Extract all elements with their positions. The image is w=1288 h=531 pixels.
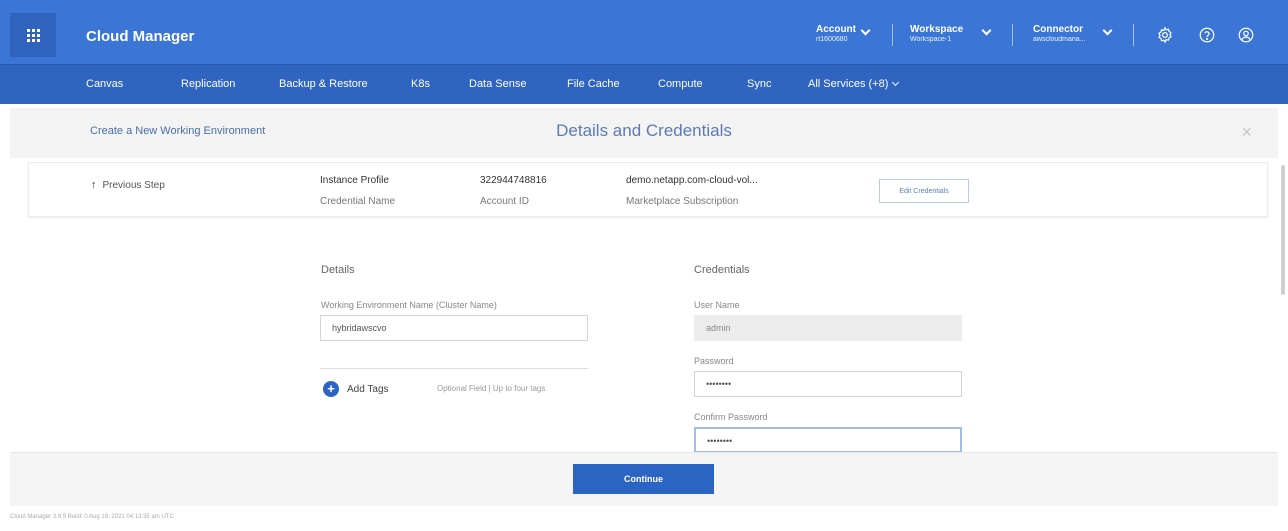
services-nav: Canvas Replication Backup & Restore K8s …: [0, 64, 1288, 104]
nav-replication[interactable]: Replication: [181, 78, 235, 90]
connector-value: awscloudmana...: [1033, 36, 1086, 43]
details-section-title: Details: [321, 264, 355, 276]
account-id-label: Account ID: [480, 196, 529, 207]
cluster-name-input[interactable]: hybridawscvo: [320, 315, 588, 341]
cluster-name-label: Working Environment Name (Cluster Name): [321, 300, 497, 310]
nav-all-services-label: All Services (+8): [808, 78, 889, 90]
arrow-up-icon: ↑: [91, 179, 97, 191]
version-info: Cloud Manager 3.9.9 Build: 0 Aug 18, 202…: [10, 514, 174, 520]
workspace-selector[interactable]: Workspace Workspace-1: [910, 24, 963, 44]
credentials-section-title: Credentials: [694, 264, 750, 276]
app-title: Cloud Manager: [86, 28, 195, 45]
nav-all-services[interactable]: All Services (+8): [808, 78, 900, 90]
account-chevron-down-icon[interactable]: [860, 25, 871, 36]
edit-credentials-button[interactable]: Edit Credentials: [879, 179, 969, 203]
user-icon[interactable]: [1235, 24, 1257, 46]
instance-profile-value: Instance Profile: [320, 175, 389, 186]
header-divider: [1133, 24, 1134, 46]
confirm-password-input[interactable]: ••••••••: [694, 427, 962, 453]
confirm-password-label: Confirm Password: [694, 412, 768, 422]
chevron-down-icon: [892, 78, 900, 87]
credentials-summary-card: ↑ Previous Step Instance Profile Credenti…: [28, 162, 1268, 217]
account-label: Account: [816, 24, 856, 35]
nav-compute[interactable]: Compute: [658, 78, 703, 90]
workspace-chevron-down-icon[interactable]: [981, 25, 992, 36]
account-id-value: 322944748816: [480, 175, 547, 186]
page-title: Details and Credentials: [556, 121, 732, 140]
nav-file-cache[interactable]: File Cache: [567, 78, 620, 90]
connector-label: Connector: [1033, 24, 1083, 35]
nav-data-sense[interactable]: Data Sense: [469, 78, 526, 90]
header-divider: [892, 24, 893, 46]
subscription-value: demo.netapp.com-cloud-vol...: [626, 175, 758, 186]
help-icon[interactable]: [1196, 24, 1218, 46]
wizard-footer: Continue: [10, 452, 1278, 506]
grid-menu-button[interactable]: [10, 13, 56, 57]
credential-name-label: Credential Name: [320, 196, 396, 207]
add-tags-button[interactable]: + Add Tags: [323, 381, 389, 397]
tags-hint: Optional Field | Up to four tags: [437, 384, 546, 393]
nav-k8s[interactable]: K8s: [411, 78, 430, 90]
connector-selector[interactable]: Connector awscloudmana...: [1033, 24, 1086, 44]
wizard-header: Create a New Working Environment Details…: [10, 108, 1278, 158]
grid-menu-icon: [26, 28, 40, 42]
account-selector[interactable]: Account rt1600680: [816, 24, 856, 44]
divider: [320, 368, 588, 369]
previous-step-link[interactable]: ↑ Previous Step: [91, 179, 165, 191]
plus-circle-icon: +: [323, 381, 339, 397]
username-label: User Name: [694, 300, 740, 310]
nav-canvas[interactable]: Canvas: [86, 78, 123, 90]
header-divider: [1012, 24, 1013, 46]
scrollbar[interactable]: [1281, 165, 1285, 295]
add-tags-label: Add Tags: [347, 383, 389, 395]
workspace-label: Workspace: [910, 24, 964, 35]
account-value: rt1600680: [816, 36, 848, 43]
continue-button[interactable]: Continue: [573, 464, 714, 494]
connector-chevron-down-icon[interactable]: [1102, 25, 1113, 36]
top-header: Cloud Manager Account rt1600680 Workspac…: [0, 0, 1288, 64]
password-label: Password: [694, 356, 734, 366]
password-input[interactable]: ••••••••: [694, 371, 962, 397]
gear-icon[interactable]: [1154, 24, 1176, 46]
subscription-label: Marketplace Subscription: [626, 196, 739, 207]
username-input: admin: [694, 315, 962, 341]
close-icon[interactable]: ×: [1241, 122, 1252, 143]
previous-step-label: Previous Step: [102, 180, 165, 191]
nav-sync[interactable]: Sync: [747, 78, 771, 90]
nav-backup-restore[interactable]: Backup & Restore: [279, 78, 368, 90]
workspace-value: Workspace-1: [910, 36, 952, 43]
